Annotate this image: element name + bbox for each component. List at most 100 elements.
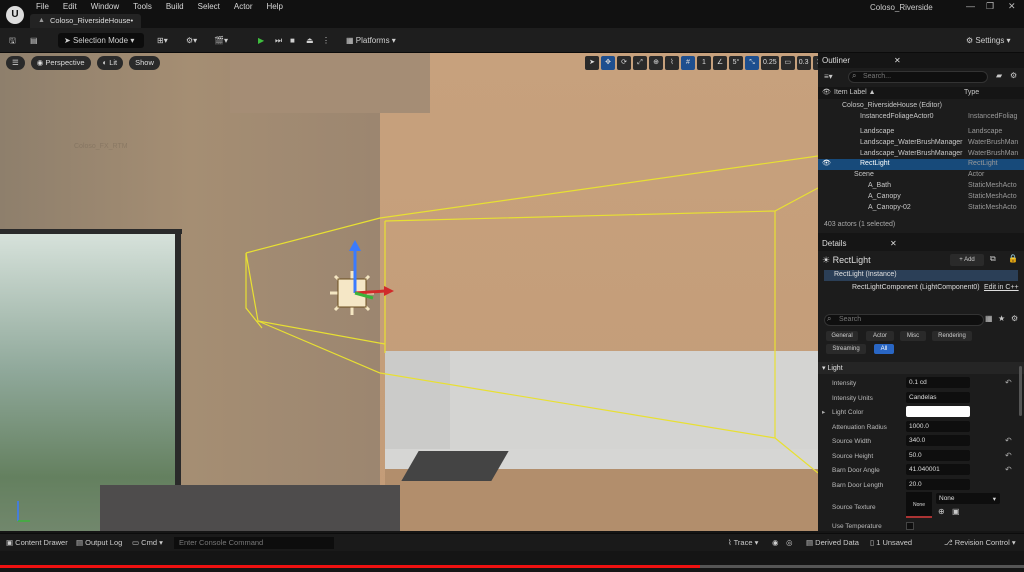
light-color-swatch[interactable] bbox=[906, 406, 970, 417]
outliner-settings-icon[interactable]: ⚙ bbox=[1010, 71, 1017, 80]
lit-button[interactable]: ◐ Lit bbox=[96, 56, 124, 70]
viewport-menu-icon[interactable]: ☰ bbox=[6, 56, 25, 70]
lock-icon[interactable]: 🔒 bbox=[1008, 254, 1018, 263]
platforms-dropdown[interactable]: ▦ Platforms ▾ bbox=[346, 33, 396, 48]
scale-icon[interactable]: ⤢ bbox=[633, 56, 647, 70]
rotation-snap-icon[interactable]: ∠ bbox=[713, 56, 727, 70]
texture-select-dropdown[interactable]: None ▾ bbox=[936, 493, 1000, 504]
scale-snap-icon[interactable]: ⤡ bbox=[745, 56, 759, 70]
outliner-row[interactable]: Scene Actor bbox=[818, 170, 1024, 181]
outliner-tab[interactable]: Outliner ✕ bbox=[818, 53, 1024, 68]
move-icon[interactable]: ✥ bbox=[601, 56, 615, 70]
outliner-row-selected[interactable]: 👁 RectLight RectLight bbox=[818, 159, 1024, 170]
edit-in-cpp-link[interactable]: Edit in C++ bbox=[984, 284, 1019, 291]
source-width-field[interactable]: 340.0 bbox=[906, 435, 970, 446]
filter-actor[interactable]: Actor bbox=[866, 331, 894, 341]
details-search-input[interactable]: Search bbox=[824, 314, 984, 326]
filter-streaming[interactable]: Streaming bbox=[826, 344, 866, 354]
unreal-logo-icon[interactable]: U bbox=[6, 6, 24, 24]
section-light[interactable]: ▾ Light bbox=[818, 362, 1024, 374]
grid-snap-icon[interactable]: # bbox=[681, 56, 695, 70]
details-close-icon[interactable]: ✕ bbox=[890, 239, 897, 248]
outliner-row[interactable]: A_Bath StaticMeshActo bbox=[818, 181, 1024, 192]
reset-icon[interactable]: ↶ bbox=[1005, 436, 1012, 445]
close-icon[interactable]: ✕ bbox=[1008, 1, 1016, 12]
output-log-button[interactable]: ▤ Output Log bbox=[76, 537, 122, 549]
level-viewport[interactable]: Coloso_FX_RTM bbox=[0, 53, 818, 531]
texture-thumbnail[interactable]: None bbox=[906, 492, 932, 518]
menu-tools[interactable]: Tools bbox=[133, 2, 152, 11]
filter-all[interactable]: All bbox=[874, 344, 894, 354]
cinematics-icon[interactable]: 🎬▾ bbox=[214, 33, 228, 48]
content-browser-icon[interactable]: ▤ bbox=[30, 33, 38, 48]
menu-actor[interactable]: Actor bbox=[234, 2, 253, 11]
add-actor-icon[interactable]: ⊞▾ bbox=[157, 33, 168, 48]
visibility-icon[interactable]: 👁 bbox=[822, 159, 831, 170]
intensity-field[interactable]: 0.1 cd bbox=[906, 377, 970, 388]
outliner-row[interactable]: Coloso_RiversideHouse (Editor) bbox=[818, 101, 1024, 112]
col-type[interactable]: Type bbox=[964, 87, 979, 99]
instance-row[interactable]: RectLight (Instance) bbox=[824, 270, 1018, 281]
blueprint-convert-icon[interactable]: ⧉ bbox=[990, 254, 996, 264]
console-input[interactable]: Enter Console Command bbox=[174, 537, 334, 549]
menu-window[interactable]: Window bbox=[91, 2, 119, 11]
details-scrollbar[interactable] bbox=[1019, 366, 1022, 416]
unsaved-button[interactable]: ▯ 1 Unsaved bbox=[870, 537, 912, 549]
component-row[interactable]: RectLightComponent (LightComponent0) bbox=[852, 284, 980, 291]
add-folder-icon[interactable]: ▰ bbox=[996, 71, 1002, 80]
table-view-icon[interactable]: ▦ bbox=[985, 314, 993, 323]
select-icon[interactable]: ➤ bbox=[585, 56, 599, 70]
filter-icon[interactable]: ≡▾ bbox=[824, 72, 833, 81]
minimize-icon[interactable]: — bbox=[966, 1, 975, 11]
source-height-field[interactable]: 50.0 bbox=[906, 449, 970, 461]
use-temperature-checkbox[interactable] bbox=[906, 522, 914, 530]
reset-icon[interactable]: ↶ bbox=[1005, 465, 1012, 474]
outliner-row[interactable]: Landscape Landscape bbox=[818, 127, 1024, 138]
details-settings-icon[interactable]: ⚙ bbox=[1011, 314, 1018, 323]
filter-general[interactable]: General bbox=[826, 331, 858, 341]
eject-icon[interactable]: ⏏ bbox=[306, 33, 314, 48]
menu-build[interactable]: Build bbox=[166, 2, 184, 11]
grid-snap-value[interactable]: 1 bbox=[697, 56, 711, 70]
menu-select[interactable]: Select bbox=[198, 2, 220, 11]
reset-icon[interactable]: ↶ bbox=[1005, 378, 1012, 387]
play-icon[interactable]: ▶ bbox=[258, 33, 264, 48]
perspective-button[interactable]: ◉ Perspective bbox=[30, 56, 91, 70]
step-icon[interactable]: ⏭ bbox=[275, 33, 282, 48]
cmd-dropdown[interactable]: ▭ Cmd ▾ bbox=[132, 537, 163, 549]
blueprint-icon[interactable]: ⚙▾ bbox=[186, 33, 197, 48]
play-options-icon[interactable]: ⋮ bbox=[322, 33, 330, 48]
selection-mode-dropdown[interactable]: ➤ Selection Mode ▾ bbox=[58, 33, 144, 48]
outliner-row[interactable]: Landscape_WaterBrushManager WaterBrushMan bbox=[818, 138, 1024, 149]
add-component-button[interactable]: + Add bbox=[950, 254, 984, 266]
use-selected-icon[interactable]: ▣ bbox=[952, 507, 960, 516]
scale-snap-value[interactable]: 0.25 bbox=[761, 56, 779, 70]
derived-data-button[interactable]: ▤ Derived Data bbox=[806, 537, 859, 549]
outliner-row[interactable]: A_Canopy StaticMeshActo bbox=[818, 192, 1024, 203]
outliner-row[interactable]: A_Canopy-02 StaticMeshActo bbox=[818, 203, 1024, 214]
browse-icon[interactable]: ⊕ bbox=[938, 507, 945, 516]
show-button[interactable]: Show bbox=[129, 56, 160, 70]
favorite-star-icon[interactable]: ★ bbox=[998, 314, 1005, 323]
barn-door-angle-field[interactable]: 41.040001 bbox=[906, 464, 970, 475]
content-drawer-button[interactable]: ▣ Content Drawer bbox=[6, 537, 68, 549]
details-tab[interactable]: Details ✕ bbox=[818, 236, 1024, 251]
record-icon[interactable]: ◉ bbox=[772, 537, 779, 549]
outliner-row[interactable]: InstancedFoliageActor0 InstancedFoliag bbox=[818, 112, 1024, 123]
camera-shot-icon[interactable]: ◎ bbox=[786, 537, 793, 549]
revision-control-button[interactable]: ⎇ Revision Control ▾ bbox=[944, 537, 1016, 549]
menu-file[interactable]: File bbox=[36, 2, 49, 11]
settings-dropdown[interactable]: ⚙ Settings ▾ bbox=[966, 33, 1011, 48]
trace-button[interactable]: ⌇ Trace ▾ bbox=[728, 537, 758, 549]
outliner-search-input[interactable]: Search... bbox=[848, 71, 988, 83]
attenuation-field[interactable]: 1000.0 bbox=[906, 420, 970, 432]
save-icon[interactable]: 🖫 bbox=[9, 33, 16, 48]
level-tab[interactable]: ▲ Coloso_RiversideHouse• bbox=[30, 14, 142, 28]
restore-icon[interactable]: ❐ bbox=[986, 1, 994, 12]
camera-speed-icon[interactable]: ▭ bbox=[780, 56, 795, 70]
rotation-snap-value[interactable]: 5° bbox=[729, 56, 743, 70]
expand-arrow-icon[interactable]: ▸ bbox=[822, 408, 825, 416]
stop-icon[interactable]: ■ bbox=[290, 33, 295, 48]
outliner-row[interactable]: Landscape_WaterBrushManager WaterBrushMan bbox=[818, 149, 1024, 160]
outliner-close-icon[interactable]: ✕ bbox=[894, 56, 901, 65]
